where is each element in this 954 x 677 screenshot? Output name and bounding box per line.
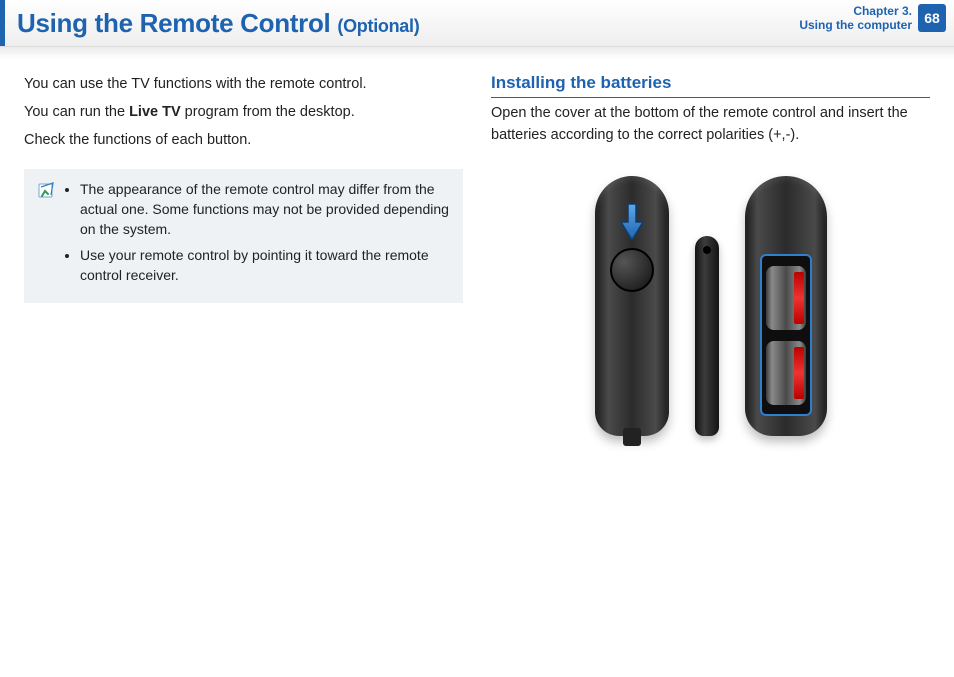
- right-paragraph-1: Open the cover at the bottom of the remo…: [491, 102, 930, 146]
- battery-cover-piece: [695, 236, 719, 436]
- arrow-down-icon: [619, 202, 645, 242]
- note-icon: [38, 181, 56, 291]
- left-column: You can use the TV functions with the re…: [24, 73, 463, 436]
- chapter-line-1: Chapter 3.: [799, 4, 912, 18]
- battery-1: [766, 266, 806, 330]
- p2-live-tv: Live TV: [129, 104, 181, 120]
- battery-bay: [760, 254, 812, 416]
- title-main: Using the Remote Control: [17, 8, 337, 38]
- section-heading-installing-batteries: Installing the batteries: [491, 73, 930, 98]
- remote-figure: [491, 176, 930, 436]
- header-accent-bar: [0, 0, 5, 46]
- note-item-1: The appearance of the remote control may…: [80, 179, 449, 239]
- right-column: Installing the batteries Open the cover …: [491, 73, 930, 436]
- p2-part-c: program from the desktop.: [181, 104, 355, 120]
- page-number-badge: 68: [918, 4, 946, 32]
- battery-label-2: [794, 347, 804, 399]
- remote-back-open: [745, 176, 827, 436]
- battery-label-1: [794, 272, 804, 324]
- header-shadow: [0, 47, 954, 59]
- remote-back-closed: [595, 176, 669, 436]
- battery-2: [766, 341, 806, 405]
- chapter-text: Chapter 3. Using the computer: [799, 4, 912, 32]
- remote-bottom-nub: [623, 428, 641, 446]
- page-title: Using the Remote Control (Optional): [17, 8, 419, 39]
- intro-paragraph-1: You can use the TV functions with the re…: [24, 73, 463, 95]
- p2-part-a: You can run the: [24, 104, 129, 120]
- page-header: Using the Remote Control (Optional) Chap…: [0, 0, 954, 47]
- chapter-line-2: Using the computer: [799, 18, 912, 32]
- content-area: You can use the TV functions with the re…: [0, 59, 954, 436]
- chapter-block: Chapter 3. Using the computer 68: [799, 4, 946, 32]
- note-box: The appearance of the remote control may…: [24, 169, 463, 303]
- intro-paragraph-2: You can run the Live TV program from the…: [24, 101, 463, 123]
- note-list: The appearance of the remote control may…: [66, 179, 449, 291]
- remote-cover-latch: [610, 248, 654, 292]
- note-item-2: Use your remote control by pointing it t…: [80, 245, 449, 285]
- title-suffix: (Optional): [337, 16, 419, 36]
- intro-paragraph-3: Check the functions of each button.: [24, 129, 463, 151]
